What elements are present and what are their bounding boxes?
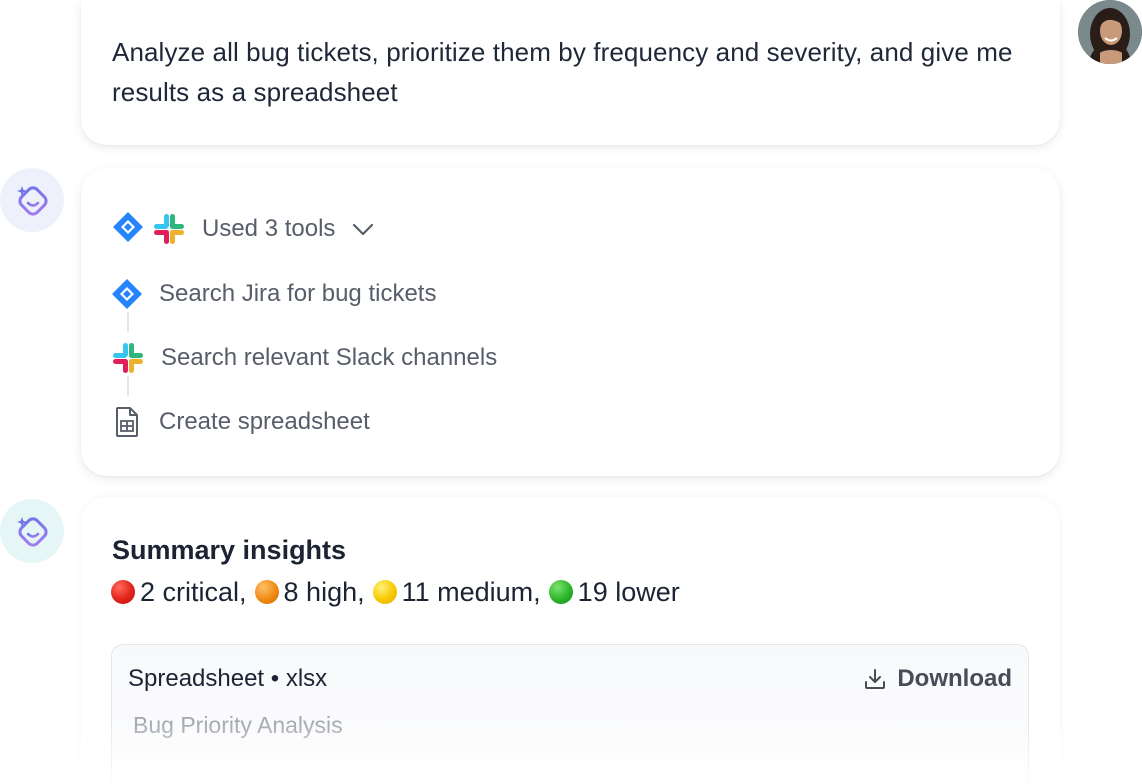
tool-step-slack: Search relevant Slack channels [111, 341, 497, 375]
attachment-file-name: Bug Priority Analysis [133, 712, 343, 738]
user-message-text: Analyze all bug tickets, prioritize them… [112, 37, 1013, 107]
severity-label: 11 medium, [401, 576, 541, 607]
download-button[interactable]: Download [863, 663, 1012, 695]
spreadsheet-icon [111, 406, 143, 438]
assistant-logo-icon [17, 186, 48, 216]
spreadsheet-attachment[interactable]: Spreadsheet • xlsx Download Bug Priority… [111, 644, 1029, 784]
tool-step-label: Search relevant Slack channels [161, 344, 498, 371]
download-icon [865, 669, 886, 689]
slack-icon [111, 341, 145, 375]
yellow-circle-icon [372, 580, 397, 604]
step-connector [127, 376, 129, 396]
tool-usage-card: Used 3 tools Search Jira for bug tickets [81, 168, 1060, 476]
assistant-logo-icon [17, 517, 48, 547]
red-circle-icon [111, 580, 135, 604]
user-photo-icon [1078, 0, 1142, 64]
severity-lower: 19 lower [548, 576, 680, 608]
tool-step-label: Create spreadsheet [159, 408, 370, 435]
orange-circle-icon [254, 580, 279, 604]
summary-title: Summary insights [112, 535, 347, 565]
step-connector [127, 312, 129, 332]
severity-high: 8 high, [254, 576, 365, 608]
severity-label: 2 critical, [140, 576, 247, 607]
chat-view: Analyze all bug tickets, prioritize them… [0, 0, 1142, 784]
severity-counts: 2 critical, 8 high, 11 medium, 19 lower [111, 575, 688, 609]
tool-step-jira: Search Jira for bug tickets [111, 277, 436, 311]
user-avatar[interactable] [1078, 0, 1142, 64]
tool-step-spreadsheet: Create spreadsheet [111, 405, 370, 439]
assistant-avatar [0, 499, 64, 563]
chevron-down-icon[interactable] [351, 217, 375, 241]
jira-icon [112, 211, 144, 248]
attachment-type: Spreadsheet • xlsx [128, 665, 328, 692]
user-message-bubble: Analyze all bug tickets, prioritize them… [81, 0, 1060, 145]
severity-critical: 2 critical, [111, 577, 247, 608]
tool-step-label: Search Jira for bug tickets [159, 280, 437, 307]
tools-used-label: Used 3 tools [202, 215, 336, 242]
severity-label: 8 high, [283, 576, 365, 607]
severity-medium: 11 medium, [372, 576, 541, 608]
slack-icon [152, 212, 186, 246]
summary-card: Summary insights 2 critical, 8 high, 11 … [81, 497, 1060, 784]
severity-label: 19 lower [577, 576, 680, 607]
assistant-avatar [0, 168, 64, 232]
download-label: Download [897, 665, 1012, 692]
tools-summary-header[interactable]: Used 3 tools [112, 211, 375, 248]
jira-icon [111, 278, 143, 310]
green-circle-icon [548, 580, 573, 604]
